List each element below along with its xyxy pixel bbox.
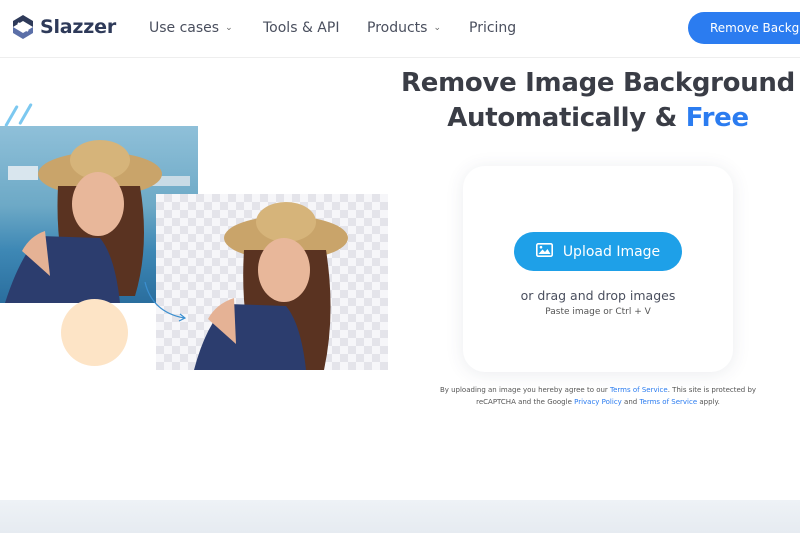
curved-arrow-icon (144, 281, 187, 322)
upload-image-button[interactable]: Upload Image (514, 232, 682, 271)
chevron-down-icon: ⌄ (225, 23, 233, 33)
upload-image-label: Upload Image (562, 243, 661, 260)
nav-pricing[interactable]: Pricing (469, 20, 516, 36)
page-title: Remove Image Background Automatically & … (398, 66, 798, 136)
brand-logo[interactable]: Slazzer (11, 14, 116, 40)
title-line-2-prefix: Automatically & (447, 103, 686, 133)
drag-drop-text: or drag and drop images (520, 288, 676, 303)
woman-figure-cutout (194, 202, 348, 370)
background-removed-preview (156, 194, 388, 370)
slazzer-logo-icon (11, 14, 35, 40)
title-highlight: Free (685, 103, 749, 133)
terms-of-service-link-2[interactable]: Terms of Service (639, 398, 697, 406)
nav-products[interactable]: Products ⌄ (367, 20, 441, 36)
nav-tools-api[interactable]: Tools & API (263, 20, 339, 36)
remove-background-button[interactable]: Remove Background (688, 12, 800, 44)
decorative-slash (4, 104, 19, 128)
terms-notice: By uploading an image you hereby agree t… (430, 384, 766, 408)
terms-text: By uploading an image you hereby agree t… (439, 386, 611, 394)
nav-pricing-label: Pricing (469, 20, 517, 36)
nav-use-cases-label: Use cases (149, 20, 220, 36)
chevron-down-icon: ⌄ (433, 23, 441, 33)
title-line-1: Remove Image Background (401, 68, 795, 98)
terms-text: apply. (697, 398, 720, 406)
nav-tools-api-label: Tools & API (263, 20, 340, 36)
image-icon (535, 242, 553, 261)
nav-use-cases[interactable]: Use cases ⌄ (149, 20, 233, 36)
site-header: Slazzer Use cases ⌄ Tools & API Products ⌄… (0, 0, 800, 58)
terms-text: and (621, 398, 640, 406)
brand-name: Slazzer (40, 16, 116, 38)
bottom-section-band (0, 500, 800, 533)
decorative-slash (18, 102, 33, 126)
terms-of-service-link[interactable]: Terms of Service (610, 386, 668, 394)
privacy-policy-link[interactable]: Privacy Policy (574, 398, 622, 406)
nav-products-label: Products (367, 20, 428, 36)
paste-hint-text: Paste image or Ctrl + V (545, 307, 651, 317)
title-line-2: Automatically & Free (398, 101, 798, 136)
decorative-circle (61, 299, 128, 366)
